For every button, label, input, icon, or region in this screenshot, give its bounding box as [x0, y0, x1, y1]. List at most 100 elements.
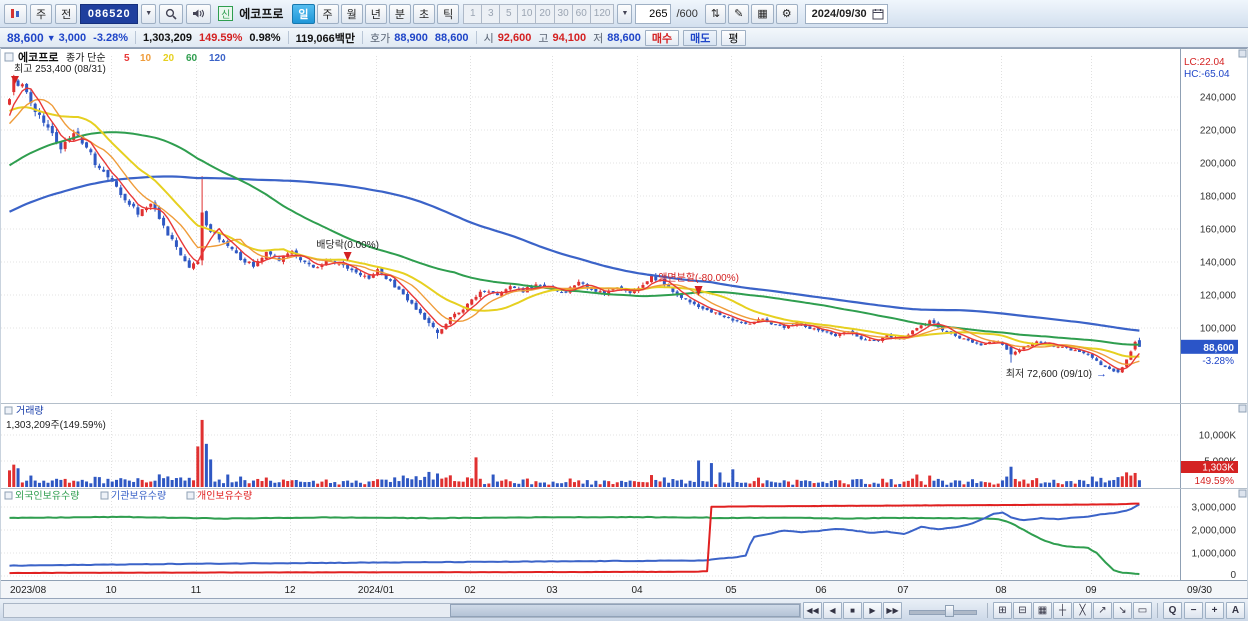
stock-mode-button[interactable]: 주: [30, 3, 53, 24]
search-button[interactable]: [159, 3, 184, 24]
svg-text:200,000: 200,000: [1200, 159, 1237, 170]
bottom-tool-button-7[interactable]: ▭: [1133, 601, 1152, 619]
zoom-q-button[interactable]: Q: [1163, 601, 1182, 619]
trade-amount: 119,066백만: [295, 32, 355, 45]
zoom-slider-handle[interactable]: [945, 604, 954, 617]
zoom-slider[interactable]: [907, 602, 979, 619]
volume-value: 1,303,209: [143, 31, 192, 44]
buy-button[interactable]: 매수: [644, 29, 680, 46]
period-button-3[interactable]: 년: [364, 3, 387, 24]
auto-scale-button[interactable]: A: [1226, 601, 1245, 619]
svg-text:1,303,209주(149.59%): 1,303,209주(149.59%): [6, 420, 106, 431]
minute-button-4[interactable]: 20: [535, 3, 555, 24]
svg-text:120: 120: [209, 53, 226, 64]
period-button-1[interactable]: 주: [316, 3, 339, 24]
svg-text:160,000: 160,000: [1200, 225, 1237, 236]
candle-count-input[interactable]: [635, 3, 672, 24]
bottom-tool-button-0[interactable]: ⊞: [993, 601, 1012, 619]
date-picker[interactable]: 2024/09/30: [804, 3, 888, 24]
toolbar-tools: ⇅ ✎ ▦ ⚙: [704, 3, 798, 24]
high-price: 94,100: [552, 31, 587, 44]
svg-text:04: 04: [631, 585, 643, 596]
open-price: 92,600: [497, 31, 532, 44]
period-button-0[interactable]: 일: [292, 3, 315, 24]
stock-name: 에코프로: [239, 7, 284, 21]
date-value: 2024/09/30: [811, 7, 867, 20]
svg-text:HC:-65.04: HC:-65.04: [1184, 69, 1230, 80]
bottom-tool-button-1[interactable]: ⊟: [1013, 601, 1032, 619]
svg-text:180,000: 180,000: [1200, 192, 1237, 203]
svg-text:07: 07: [897, 585, 909, 596]
bottom-tool-button-2[interactable]: ▦: [1033, 601, 1052, 619]
scrollbar-handle[interactable]: [449, 603, 800, 617]
svg-text:거래량: 거래량: [16, 405, 44, 417]
compare-button[interactable]: ⇅: [704, 3, 727, 24]
speaker-icon: [193, 9, 205, 18]
svg-text:11: 11: [191, 585, 202, 596]
nav-button-0[interactable]: ◀◀: [803, 601, 822, 619]
minute-dropdown-button[interactable]: ▼: [617, 3, 633, 24]
bottom-tool-button-4[interactable]: ╳: [1073, 601, 1092, 619]
svg-text:-3.28%: -3.28%: [1202, 356, 1234, 367]
nav-button-3[interactable]: ▶: [863, 601, 882, 619]
minute-button-7[interactable]: 120: [589, 3, 615, 24]
svg-text:최고 253,400 (08/31): 최고 253,400 (08/31): [14, 63, 106, 75]
candle-chart-icon: [10, 8, 21, 19]
bottom-tool-button-5[interactable]: ↗: [1093, 601, 1112, 619]
svg-text:12: 12: [284, 585, 296, 596]
bottom-tools: ⊞ ⊟ ▦ ┼ ╳ ↗ ↘ ▭: [993, 601, 1152, 619]
edit-button[interactable]: ✎: [728, 3, 750, 24]
code-dropdown-button[interactable]: ▼: [141, 3, 157, 24]
svg-text:240,000: 240,000: [1200, 93, 1237, 104]
chart-scrollbar[interactable]: [3, 602, 801, 618]
top-toolbar: 주 전 ▼ 신 에코프로 일주월년분초틱 13510203060120 ▼ /6…: [0, 0, 1248, 28]
minute-button-2[interactable]: 5: [499, 3, 519, 24]
chart-canvas[interactable]: 240,000 220,000 200,000 180,000 160,000 140,0…: [0, 48, 1248, 598]
svg-text:배당락(0.00%): 배당락(0.00%): [316, 239, 379, 251]
svg-text:2,000,000: 2,000,000: [1192, 526, 1237, 537]
settings-button[interactable]: ⚙: [775, 3, 798, 24]
svg-text:03: 03: [546, 585, 558, 596]
svg-text:140,000: 140,000: [1200, 258, 1237, 269]
period-button-6[interactable]: 틱: [437, 3, 460, 24]
minute-button-0[interactable]: 1: [463, 3, 483, 24]
svg-text:액면분할(-80.00%): 액면분할(-80.00%): [658, 272, 739, 284]
average-button[interactable]: 평: [721, 29, 746, 46]
svg-text:에코프로: 에코프로: [18, 50, 58, 64]
zoom-in-button[interactable]: +: [1205, 601, 1224, 619]
period-button-4[interactable]: 분: [388, 3, 412, 24]
nav-button-1[interactable]: ◀: [823, 601, 842, 619]
layout-button[interactable]: ▦: [751, 3, 774, 24]
minute-button-6[interactable]: 60: [571, 3, 591, 24]
svg-text:1,303K: 1,303K: [1202, 463, 1234, 474]
bottom-tool-button-6[interactable]: ↘: [1113, 601, 1132, 619]
minute-button-5[interactable]: 30: [553, 3, 573, 24]
nav-button-2[interactable]: ■: [843, 601, 862, 619]
svg-text:2024/01: 2024/01: [358, 585, 395, 596]
svg-text:08: 08: [995, 585, 1007, 596]
period-buttons: 일주월년분초틱: [292, 3, 460, 24]
zoom-out-button[interactable]: −: [1184, 601, 1203, 619]
previous-button[interactable]: 전: [55, 3, 78, 24]
svg-text:60: 60: [186, 53, 198, 64]
sell-button[interactable]: 매도: [683, 29, 718, 46]
svg-text:개인보유수량: 개인보유수량: [197, 490, 252, 502]
period-button-2[interactable]: 월: [340, 3, 363, 24]
separator: [1157, 602, 1158, 618]
svg-text:06: 06: [815, 585, 827, 596]
svg-text:0: 0: [1230, 570, 1236, 581]
volume-ratio: 149.59%: [198, 31, 243, 44]
sound-button[interactable]: [186, 3, 212, 24]
svg-text:LC:22.04: LC:22.04: [1184, 57, 1225, 68]
svg-text:149.59%: 149.59%: [1195, 476, 1235, 487]
svg-text:05: 05: [725, 585, 737, 596]
bottom-tool-button-3[interactable]: ┼: [1053, 601, 1072, 619]
chart-type-button[interactable]: [4, 3, 27, 24]
minute-button-1[interactable]: 3: [481, 3, 501, 24]
minute-button-3[interactable]: 10: [517, 3, 537, 24]
stock-code-input[interactable]: [80, 3, 139, 24]
credit-badge: 신: [218, 6, 234, 21]
period-button-5[interactable]: 초: [413, 3, 436, 24]
separator: [475, 31, 477, 44]
nav-button-4[interactable]: ▶▶: [883, 601, 902, 619]
